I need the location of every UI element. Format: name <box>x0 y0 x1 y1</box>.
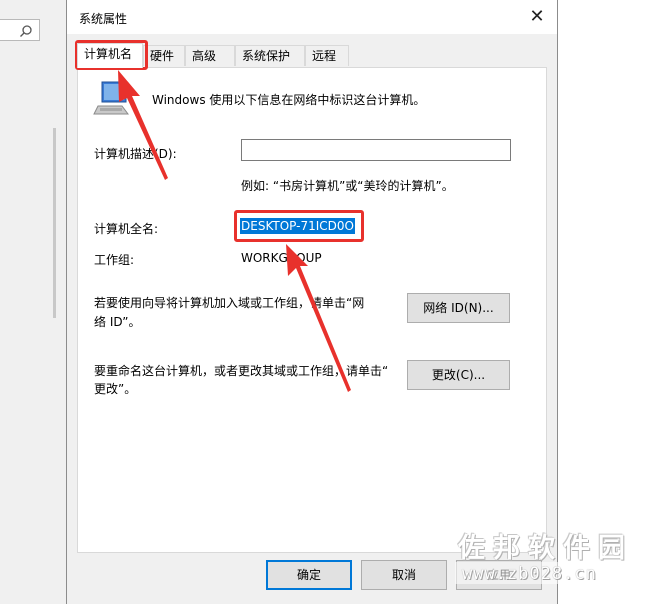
annotation-arrow-fullname <box>286 244 351 392</box>
watermark-url: www.zb028.cn <box>462 564 597 584</box>
annotation-arrow-tab <box>118 70 168 180</box>
annotation-arrows <box>118 70 351 392</box>
tab-computer-name[interactable]: 计算机名 <box>77 43 143 68</box>
watermark-logo-text: 佐邦软件园 <box>458 533 633 564</box>
